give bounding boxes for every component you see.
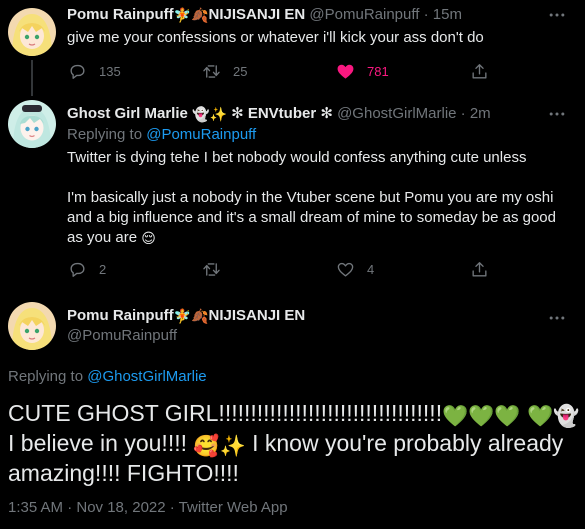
tweet-actions: 2 4 [60,259,500,279]
timestamp[interactable]: 2m [470,105,491,122]
reply-button[interactable]: 135 [68,61,121,81]
avatar-pomu-main[interactable] [8,302,56,350]
display-name[interactable]: Pomu Rainpuff [67,6,174,23]
like-count: 781 [367,63,389,79]
reply-count: 2 [99,261,107,277]
retweet-count: 25 [233,63,248,79]
tweet-marlie[interactable]: Ghost Girl Marlie 👻✨ ✻ ENVtuber ✻ @Ghost… [0,96,585,286]
timestamp[interactable]: 15m [433,6,462,23]
like-button[interactable]: 781 [336,61,389,81]
handle[interactable]: @PomuRainpuff [309,6,419,23]
handle[interactable]: @GhostGirlMarlie [337,105,456,122]
replying-to-link[interactable]: @GhostGirlMarlie [87,368,206,385]
separator: · [423,6,429,23]
like-button[interactable]: 4 [336,259,374,279]
reply-icon [70,64,85,79]
tweet-actions: 135 25 781 [60,61,500,81]
display-name[interactable]: Ghost Girl Marlie [67,105,188,122]
heart-ghost-emoji: 💚👻 [526,404,580,428]
tweet-header: Ghost Girl Marlie 👻✨ ✻ ENVtuber ✻ @Ghost… [67,104,491,124]
tweet-text: give me your confessions or whatever i'l… [67,29,484,46]
thread-line [31,60,33,96]
retweet-button[interactable]: 25 [202,61,247,81]
main-display-name[interactable]: Pomu Rainpuff🧚🍂NIJISANJI EN [67,306,305,326]
share-icon [472,261,487,277]
more-caret-icon[interactable] [547,5,567,25]
share-button[interactable] [470,61,489,81]
separator: · [460,105,466,122]
tweet-pomu[interactable]: Pomu Rainpuff🧚🍂NIJISANJI EN @PomuRainpuf… [0,0,585,96]
tweet-text-wrap: Twitter is dying tehe I bet nobody would… [67,148,567,248]
more-caret-icon[interactable] [547,308,567,328]
retweet-button[interactable] [202,259,233,279]
reply-count: 135 [99,63,121,79]
retweet-icon [203,262,220,276]
avatar-pomu[interactable] [8,8,56,56]
display-name-suffix[interactable]: NIJISANJI EN [209,6,306,23]
share-icon [472,63,487,79]
reply-button[interactable]: 2 [68,259,106,279]
replying-to: Replying to @PomuRainpuff [67,125,567,145]
name-emoji: 🧚🍂 [173,309,209,325]
name-emoji: 👻✨ [192,107,227,123]
display-name[interactable]: Pomu Rainpuff [67,307,174,324]
display-name-suffix[interactable]: NIJISANJI EN [209,307,306,324]
replying-to-link[interactable]: @PomuRainpuff [146,126,256,143]
share-button[interactable] [470,259,489,279]
name-emoji: 🧚🍂 [173,8,209,24]
love-sparkle-emoji: 🥰✨ [193,434,246,458]
display-name-suffix[interactable]: ✻ ENVtuber ✻ [231,105,333,122]
main-tweet-text: CUTE GHOST GIRL!!!!!!!!!!!!!!!!!!!!!!!!!… [8,398,580,488]
retweet-icon [203,64,220,78]
relieved-emoji: 😌 [141,231,156,247]
more-caret-icon[interactable] [547,104,567,124]
replying-prefix: Replying to [67,126,143,143]
green-hearts-emoji: 💚💚💚 [442,404,521,428]
main-text-part2: I believe in you!!!! [8,430,187,456]
main-tweet-timestamp[interactable]: 1:35 AM · Nov 18, 2022 · Twitter Web App [8,498,288,518]
main-text-part1: CUTE GHOST GIRL!!!!!!!!!!!!!!!!!!!!!!!!!… [8,400,443,426]
tweet-header: Pomu Rainpuff🧚🍂NIJISANJI EN @PomuRainpuf… [67,5,462,25]
main-replying-to: Replying to @GhostGirlMarlie [8,367,207,387]
replying-prefix: Replying to [8,368,84,385]
like-count: 4 [367,261,375,277]
like-icon [337,64,354,79]
main-handle[interactable]: @PomuRainpuff [67,326,177,346]
reply-icon [70,262,85,277]
like-icon [337,262,354,277]
avatar-marlie[interactable] [8,100,56,148]
